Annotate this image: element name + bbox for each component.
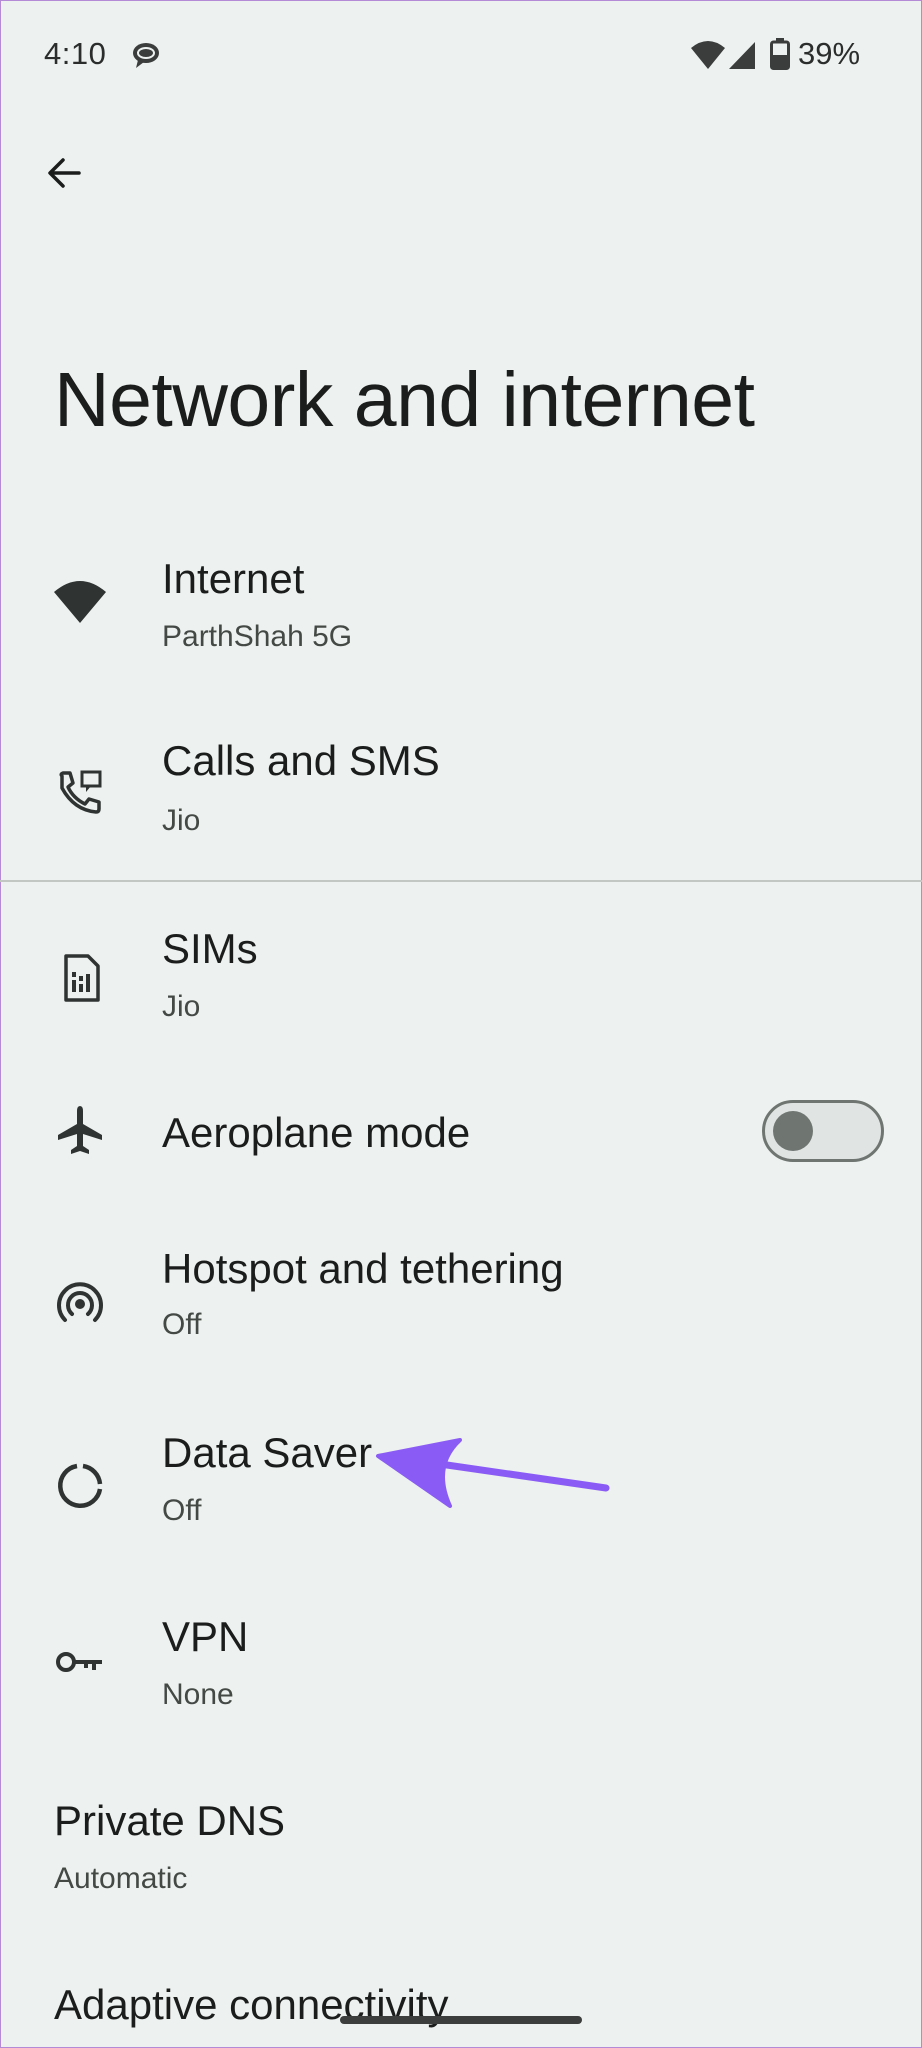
item-subtitle: Automatic	[54, 1862, 188, 1895]
data-saver-item[interactable]: Data Saver Off	[0, 1414, 922, 1554]
vpn-item[interactable]: VPN None	[0, 1598, 922, 1738]
item-title: VPN	[162, 1613, 249, 1660]
key-icon	[50, 1632, 110, 1692]
toggle-knob	[773, 1111, 813, 1151]
item-subtitle: Jio	[162, 990, 201, 1023]
item-title: Calls and SMS	[162, 737, 440, 784]
status-time: 4:10	[44, 36, 107, 71]
gesture-navigation-bar[interactable]	[340, 2016, 582, 2024]
item-title: Hotspot and tethering	[162, 1245, 564, 1292]
section-divider	[0, 880, 922, 882]
arrow-back-icon	[48, 158, 81, 188]
private-dns-item[interactable]: Private DNS Automatic	[0, 1782, 922, 1922]
item-title: Aeroplane mode	[162, 1109, 471, 1156]
item-title: Internet	[162, 555, 305, 602]
sims-item[interactable]: SIMs Jio	[0, 908, 922, 1048]
back-button[interactable]	[30, 140, 96, 206]
item-subtitle: Off	[162, 1494, 202, 1527]
hotspot-icon	[50, 1272, 110, 1332]
item-title: Data Saver	[162, 1429, 373, 1476]
data-saver-icon	[50, 1456, 110, 1516]
adaptive-connectivity-item[interactable]: Adaptive connectivity	[0, 1964, 922, 2048]
airplane-icon	[50, 1100, 110, 1160]
sim-card-icon	[50, 948, 110, 1008]
item-subtitle: None	[162, 1678, 234, 1711]
page-title: Network and internet	[54, 357, 755, 443]
battery-percentage: 39%	[798, 36, 861, 71]
item-subtitle: ParthShah 5G	[162, 620, 353, 653]
battery-icon	[770, 38, 790, 70]
phone-sms-icon	[50, 764, 110, 824]
item-title: SIMs	[162, 925, 258, 972]
status-bar: 4:10 39%	[0, 0, 922, 110]
hotspot-and-tethering-item[interactable]: Hotspot and tethering Off	[0, 1230, 922, 1370]
item-title: Private DNS	[54, 1797, 286, 1844]
internet-item[interactable]: Internet ParthShah 5G	[0, 540, 922, 680]
signal-icon	[729, 42, 755, 69]
wifi-icon	[691, 41, 725, 69]
wifi-icon	[50, 570, 110, 630]
item-subtitle: Off	[162, 1308, 202, 1341]
aeroplane-mode-toggle[interactable]	[762, 1100, 884, 1162]
message-bubble-icon	[133, 43, 159, 68]
item-subtitle: Jio	[162, 804, 201, 837]
calls-and-sms-item[interactable]: Calls and SMS Jio	[0, 724, 922, 864]
